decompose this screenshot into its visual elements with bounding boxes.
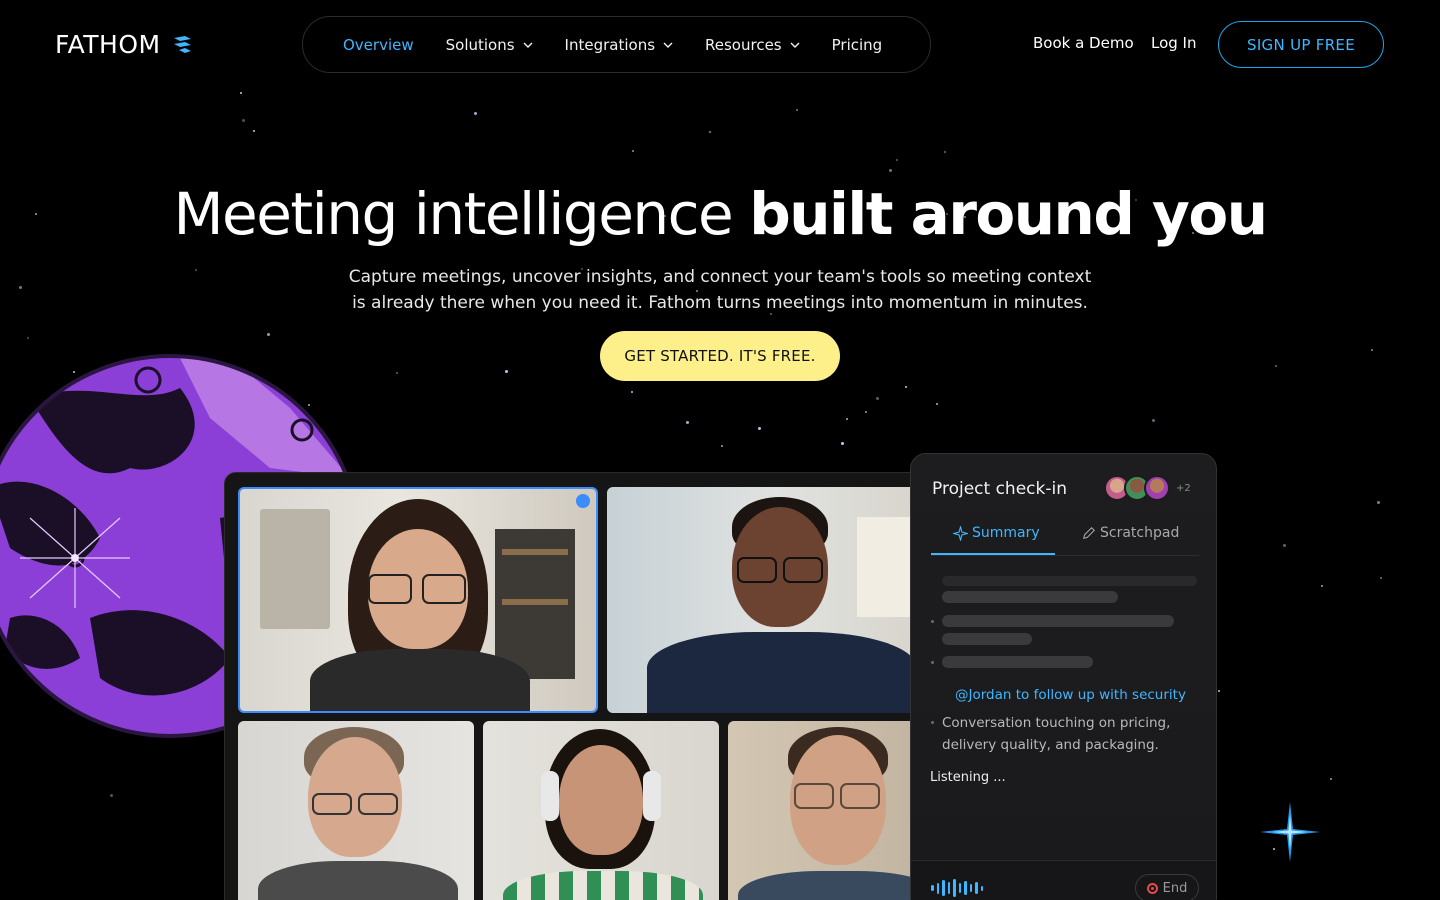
tab-divider [931, 555, 1199, 556]
logo-text: FATHOM [55, 30, 161, 59]
star [865, 411, 867, 413]
hero-subtitle-line2: is already there when you need it. Fatho… [352, 293, 1088, 313]
participant-tile[interactable] [607, 487, 943, 713]
nav-solutions-label: Solutions [445, 35, 515, 54]
summary-note: Conversation touching on pricing, delive… [942, 715, 1171, 753]
loading-placeholder [942, 576, 1197, 586]
bullet-point [931, 620, 934, 623]
loading-placeholder [942, 656, 1093, 668]
get-started-button[interactable]: GET STARTED. IT'S FREE. [600, 331, 840, 381]
signup-button[interactable]: SIGN UP FREE [1218, 21, 1384, 68]
more-participants-count: +2 [1176, 482, 1191, 494]
star [1283, 544, 1286, 547]
nav-resources-label: Resources [705, 35, 782, 54]
star [1275, 365, 1277, 367]
star [1380, 577, 1382, 579]
star [841, 442, 844, 445]
tab-summary-label: Summary [972, 525, 1040, 541]
bullet-point [931, 721, 934, 724]
star [758, 427, 761, 430]
sparkle-icon [953, 525, 968, 541]
end-recording-button[interactable]: End [1135, 874, 1199, 900]
meeting-title: Project check-in [932, 479, 1067, 499]
star [896, 159, 898, 161]
chevron-down-icon [663, 42, 673, 48]
participant-avatars: +2 [1104, 475, 1191, 501]
star [242, 119, 245, 122]
star [474, 112, 477, 115]
pencil-icon [1083, 527, 1095, 539]
chevron-down-icon [790, 42, 800, 48]
star [796, 109, 798, 111]
loading-placeholder [942, 633, 1032, 645]
tab-scratchpad[interactable]: Scratchpad [1082, 525, 1179, 541]
star [1218, 690, 1220, 692]
login-link[interactable]: Log In [1151, 34, 1197, 52]
participant-tile[interactable] [483, 721, 719, 900]
chevron-down-icon [523, 42, 533, 48]
star [709, 131, 711, 133]
nav-overview-label: Overview [343, 35, 414, 54]
speaking-indicator-icon [576, 494, 590, 508]
star [905, 386, 907, 388]
end-label: End [1162, 880, 1188, 896]
star [1377, 501, 1380, 504]
star [195, 269, 197, 271]
star [876, 397, 879, 400]
nav-pricing-label: Pricing [831, 35, 883, 54]
logo-mark-icon [173, 35, 191, 53]
tab-summary[interactable]: Summary [953, 525, 1040, 541]
star [1152, 419, 1155, 422]
participant-tile-speaking[interactable] [238, 487, 598, 713]
nav-pricing[interactable]: Pricing [832, 36, 883, 54]
star [19, 286, 22, 289]
star [936, 403, 938, 405]
action-item-mention[interactable]: @Jordan to follow up with security [955, 687, 1186, 703]
listening-status: Listening ... [930, 770, 1006, 785]
nav-integrations-label: Integrations [564, 35, 656, 54]
nav-overview[interactable]: Overview [343, 36, 414, 54]
loading-placeholder [942, 615, 1174, 627]
nav-resources[interactable]: Resources [705, 36, 800, 54]
star [396, 372, 398, 374]
star [253, 130, 255, 132]
sparkle-star-icon [1260, 802, 1320, 862]
loading-placeholder [942, 591, 1118, 603]
active-tab-indicator [931, 553, 1055, 555]
bullet-point [931, 661, 934, 664]
star [1321, 585, 1323, 587]
panel-footer: End [911, 860, 1216, 900]
record-icon [1146, 882, 1158, 894]
avatar [1144, 475, 1170, 501]
star [505, 370, 508, 373]
hero-subtitle: Capture meetings, uncover insights, and … [340, 264, 1100, 316]
video-call-grid [224, 472, 944, 900]
star [110, 794, 113, 797]
main-nav: Overview Solutions Integrations Resource… [302, 16, 931, 73]
fathom-logo[interactable]: FATHOM [55, 30, 195, 59]
hero-title-bold: built around you [749, 180, 1268, 248]
nav-integrations[interactable]: Integrations [565, 36, 673, 54]
participant-tile[interactable] [238, 721, 474, 900]
meeting-notes-panel: Project check-in +2 Summary Scratchpad @… [910, 453, 1217, 900]
star [632, 150, 634, 152]
hero-title: Meeting intelligence built around you [0, 180, 1440, 248]
book-demo-link[interactable]: Book a Demo [1033, 34, 1134, 52]
star [889, 169, 892, 172]
star [1371, 349, 1373, 351]
star [721, 445, 723, 447]
star [631, 391, 633, 393]
star [846, 418, 848, 420]
star [686, 421, 689, 424]
hero-title-light: Meeting intelligence [173, 180, 733, 248]
tab-scratchpad-label: Scratchpad [1100, 525, 1180, 541]
star [240, 92, 242, 94]
star [1330, 778, 1332, 780]
nav-solutions[interactable]: Solutions [446, 36, 533, 54]
star [944, 151, 946, 153]
hero-subtitle-line1: Capture meetings, uncover insights, and … [348, 267, 1092, 287]
audio-waveform-icon [931, 879, 983, 897]
